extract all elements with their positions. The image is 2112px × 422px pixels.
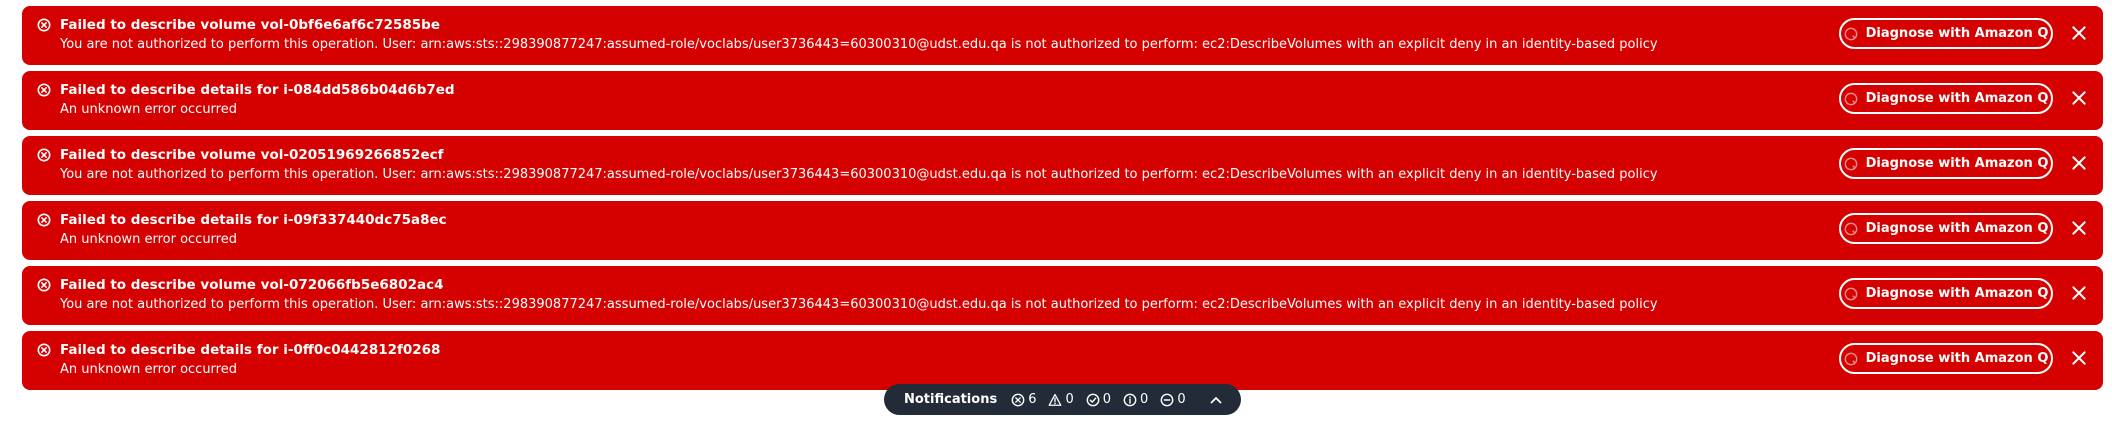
flash-title: Failed to describe volume vol-0205196926…	[60, 147, 444, 163]
info-count: 0	[1123, 392, 1148, 407]
amazon-q-icon	[1844, 222, 1857, 235]
flash-title: Failed to describe volume vol-0bf6e6af6c…	[60, 17, 440, 33]
error-circle-icon	[37, 278, 51, 292]
amazon-q-icon	[1844, 352, 1857, 365]
diagnose-button-label: Diagnose with Amazon Q	[1865, 156, 2049, 171]
diagnose-button-label: Diagnose with Amazon Q	[1865, 286, 2049, 301]
in-progress-icon	[1160, 393, 1174, 406]
in-progress-count: 0	[1160, 392, 1186, 407]
error-count-value: 6	[1028, 392, 1037, 407]
flash-message: An unknown error occurred	[60, 362, 237, 377]
diagnose-with-amazon-q-button[interactable]: Diagnose with Amazon Q	[1839, 213, 2053, 244]
chevron-up-icon[interactable]	[1208, 392, 1224, 408]
flash-title: Failed to describe details for i-0ff0c04…	[60, 342, 441, 358]
diagnose-button-label: Diagnose with Amazon Q	[1865, 26, 2049, 41]
flash-title: Failed to describe volume vol-072066fb5e…	[60, 277, 444, 293]
close-icon[interactable]	[2070, 154, 2088, 172]
warning-count: 0	[1048, 392, 1074, 407]
warning-count-value: 0	[1065, 392, 1074, 407]
flash-title: Failed to describe details for i-084dd58…	[60, 82, 455, 98]
diagnose-with-amazon-q-button[interactable]: Diagnose with Amazon Q	[1839, 343, 2053, 374]
flash-message: An unknown error occurred	[60, 232, 237, 247]
error-circle-icon	[37, 343, 51, 357]
flash-error-item: Failed to describe details for i-0ff0c04…	[22, 331, 2103, 390]
flash-error-item: Failed to describe volume vol-0bf6e6af6c…	[22, 6, 2103, 65]
close-icon[interactable]	[2070, 284, 2088, 302]
error-icon	[1011, 393, 1025, 406]
error-circle-icon	[37, 213, 51, 227]
success-icon	[1086, 393, 1100, 406]
diagnose-with-amazon-q-button[interactable]: Diagnose with Amazon Q	[1839, 83, 2053, 114]
success-count: 0	[1086, 392, 1111, 407]
flash-message: You are not authorized to perform this o…	[60, 167, 1658, 182]
error-count: 6	[1011, 392, 1036, 407]
diagnose-button-label: Diagnose with Amazon Q	[1865, 351, 2049, 366]
flashbar: Failed to describe volume vol-0bf6e6af6c…	[22, 6, 2103, 396]
success-count-value: 0	[1102, 392, 1112, 407]
in-progress-count-value: 0	[1177, 392, 1186, 407]
error-circle-icon	[37, 83, 51, 97]
amazon-q-icon	[1844, 287, 1857, 300]
flash-title: Failed to describe details for i-09f3374…	[60, 212, 447, 228]
error-circle-icon	[37, 148, 51, 162]
close-icon[interactable]	[2070, 89, 2088, 107]
warning-icon	[1049, 393, 1062, 406]
notifications-bar[interactable]: Notifications 6 0 0 0 0	[884, 384, 1241, 415]
flash-error-item: Failed to describe volume vol-0205196926…	[22, 136, 2103, 195]
amazon-q-icon	[1844, 27, 1857, 40]
flash-message: An unknown error occurred	[60, 102, 237, 117]
amazon-q-icon	[1844, 92, 1857, 105]
diagnose-with-amazon-q-button[interactable]: Diagnose with Amazon Q	[1839, 148, 2053, 179]
flash-error-item: Failed to describe volume vol-072066fb5e…	[22, 266, 2103, 325]
diagnose-with-amazon-q-button[interactable]: Diagnose with Amazon Q	[1839, 278, 2053, 309]
diagnose-with-amazon-q-button[interactable]: Diagnose with Amazon Q	[1839, 18, 2053, 49]
close-icon[interactable]	[2070, 24, 2088, 42]
flash-message: You are not authorized to perform this o…	[60, 37, 1658, 52]
info-count-value: 0	[1140, 392, 1149, 407]
info-icon	[1123, 393, 1137, 406]
diagnose-button-label: Diagnose with Amazon Q	[1865, 221, 2049, 236]
amazon-q-icon	[1844, 157, 1857, 170]
diagnose-button-label: Diagnose with Amazon Q	[1865, 91, 2049, 106]
flash-error-item: Failed to describe details for i-084dd58…	[22, 71, 2103, 130]
flash-error-item: Failed to describe details for i-09f3374…	[22, 201, 2103, 260]
error-circle-icon	[37, 18, 51, 32]
notifications-label: Notifications	[904, 392, 998, 407]
flash-message: You are not authorized to perform this o…	[60, 297, 1658, 312]
close-icon[interactable]	[2070, 219, 2088, 237]
close-icon[interactable]	[2070, 349, 2088, 367]
